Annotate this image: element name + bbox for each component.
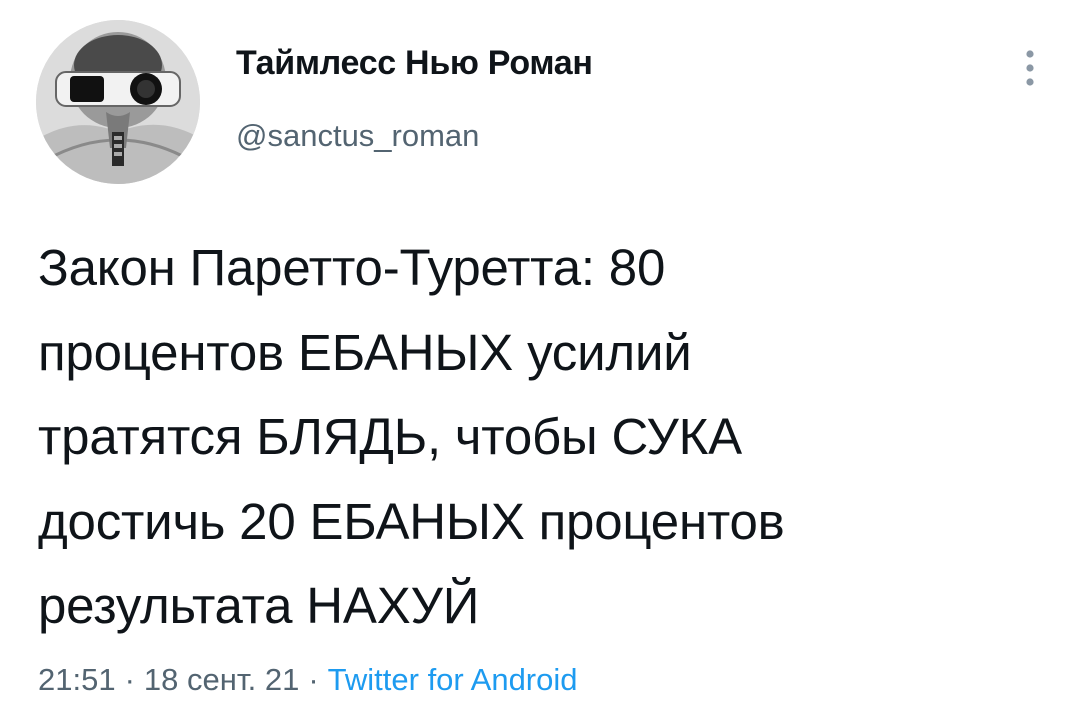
- author-display-name[interactable]: Таймлесс Нью Роман: [236, 44, 593, 83]
- tweet-body-text: Закон Паретто-Туретта: 80 процентов ЕБАН…: [38, 239, 785, 634]
- tweet-card: Таймлесс Нью Роман @sanctus_roman Закон …: [0, 0, 1080, 725]
- meta-separator: ·: [308, 662, 319, 697]
- tweet-time[interactable]: 21:51: [38, 662, 116, 697]
- author-avatar[interactable]: [36, 20, 200, 184]
- meta-separator: ·: [124, 662, 135, 697]
- more-vertical-icon[interactable]: [1012, 40, 1048, 100]
- tweet-date[interactable]: 18 сент. 21: [144, 662, 299, 697]
- author-handle[interactable]: @sanctus_roman: [236, 118, 479, 154]
- tweet-metadata: 21:51 · 18 сент. 21 · Twitter for Android: [38, 662, 578, 698]
- retro-goggles-avatar-icon: [36, 20, 200, 184]
- tweet-source-link[interactable]: Twitter for Android: [328, 662, 578, 697]
